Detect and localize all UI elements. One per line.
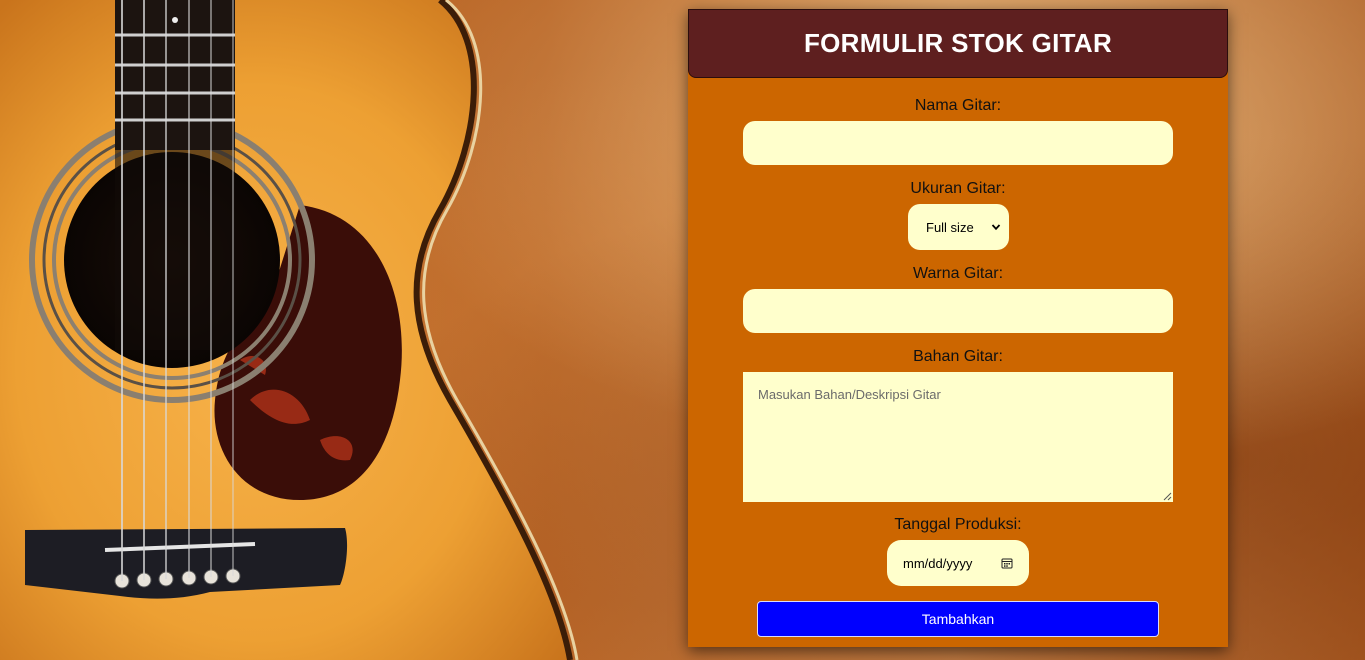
- calendar-icon[interactable]: [1001, 557, 1013, 569]
- ukuran-gitar-label: Ukuran Gitar:: [910, 180, 1006, 197]
- bahan-gitar-label: Bahan Gitar:: [913, 348, 1003, 365]
- bahan-gitar-textarea[interactable]: Masukan Bahan/Deskripsi Gitar: [743, 372, 1173, 502]
- nama-gitar-label: Nama Gitar:: [914, 97, 1002, 114]
- warna-gitar-label: Warna Gitar:: [912, 265, 1004, 282]
- ukuran-gitar-selected: Full size: [926, 219, 974, 235]
- tambahkan-button[interactable]: Tambahkan: [757, 601, 1159, 637]
- warna-gitar-input[interactable]: [743, 289, 1173, 333]
- chevron-down-icon: [991, 224, 1001, 231]
- nama-gitar-input[interactable]: [743, 121, 1173, 165]
- bahan-gitar-placeholder: Masukan Bahan/Deskripsi Gitar: [758, 387, 941, 402]
- ukuran-gitar-select[interactable]: Full size: [908, 204, 1009, 250]
- tanggal-produksi-label: Tanggal Produksi:: [894, 516, 1022, 533]
- tanggal-produksi-placeholder: mm/dd/yyyy: [903, 555, 973, 571]
- guitar-background-image: [0, 0, 579, 660]
- guitar-stock-form: FORMULIR STOK GITAR Nama Gitar: Ukuran G…: [688, 9, 1228, 647]
- tanggal-produksi-input[interactable]: mm/dd/yyyy: [887, 540, 1029, 586]
- form-header: FORMULIR STOK GITAR: [688, 9, 1228, 78]
- form-title: FORMULIR STOK GITAR: [803, 28, 1113, 58]
- resize-grip-icon[interactable]: [1162, 491, 1172, 501]
